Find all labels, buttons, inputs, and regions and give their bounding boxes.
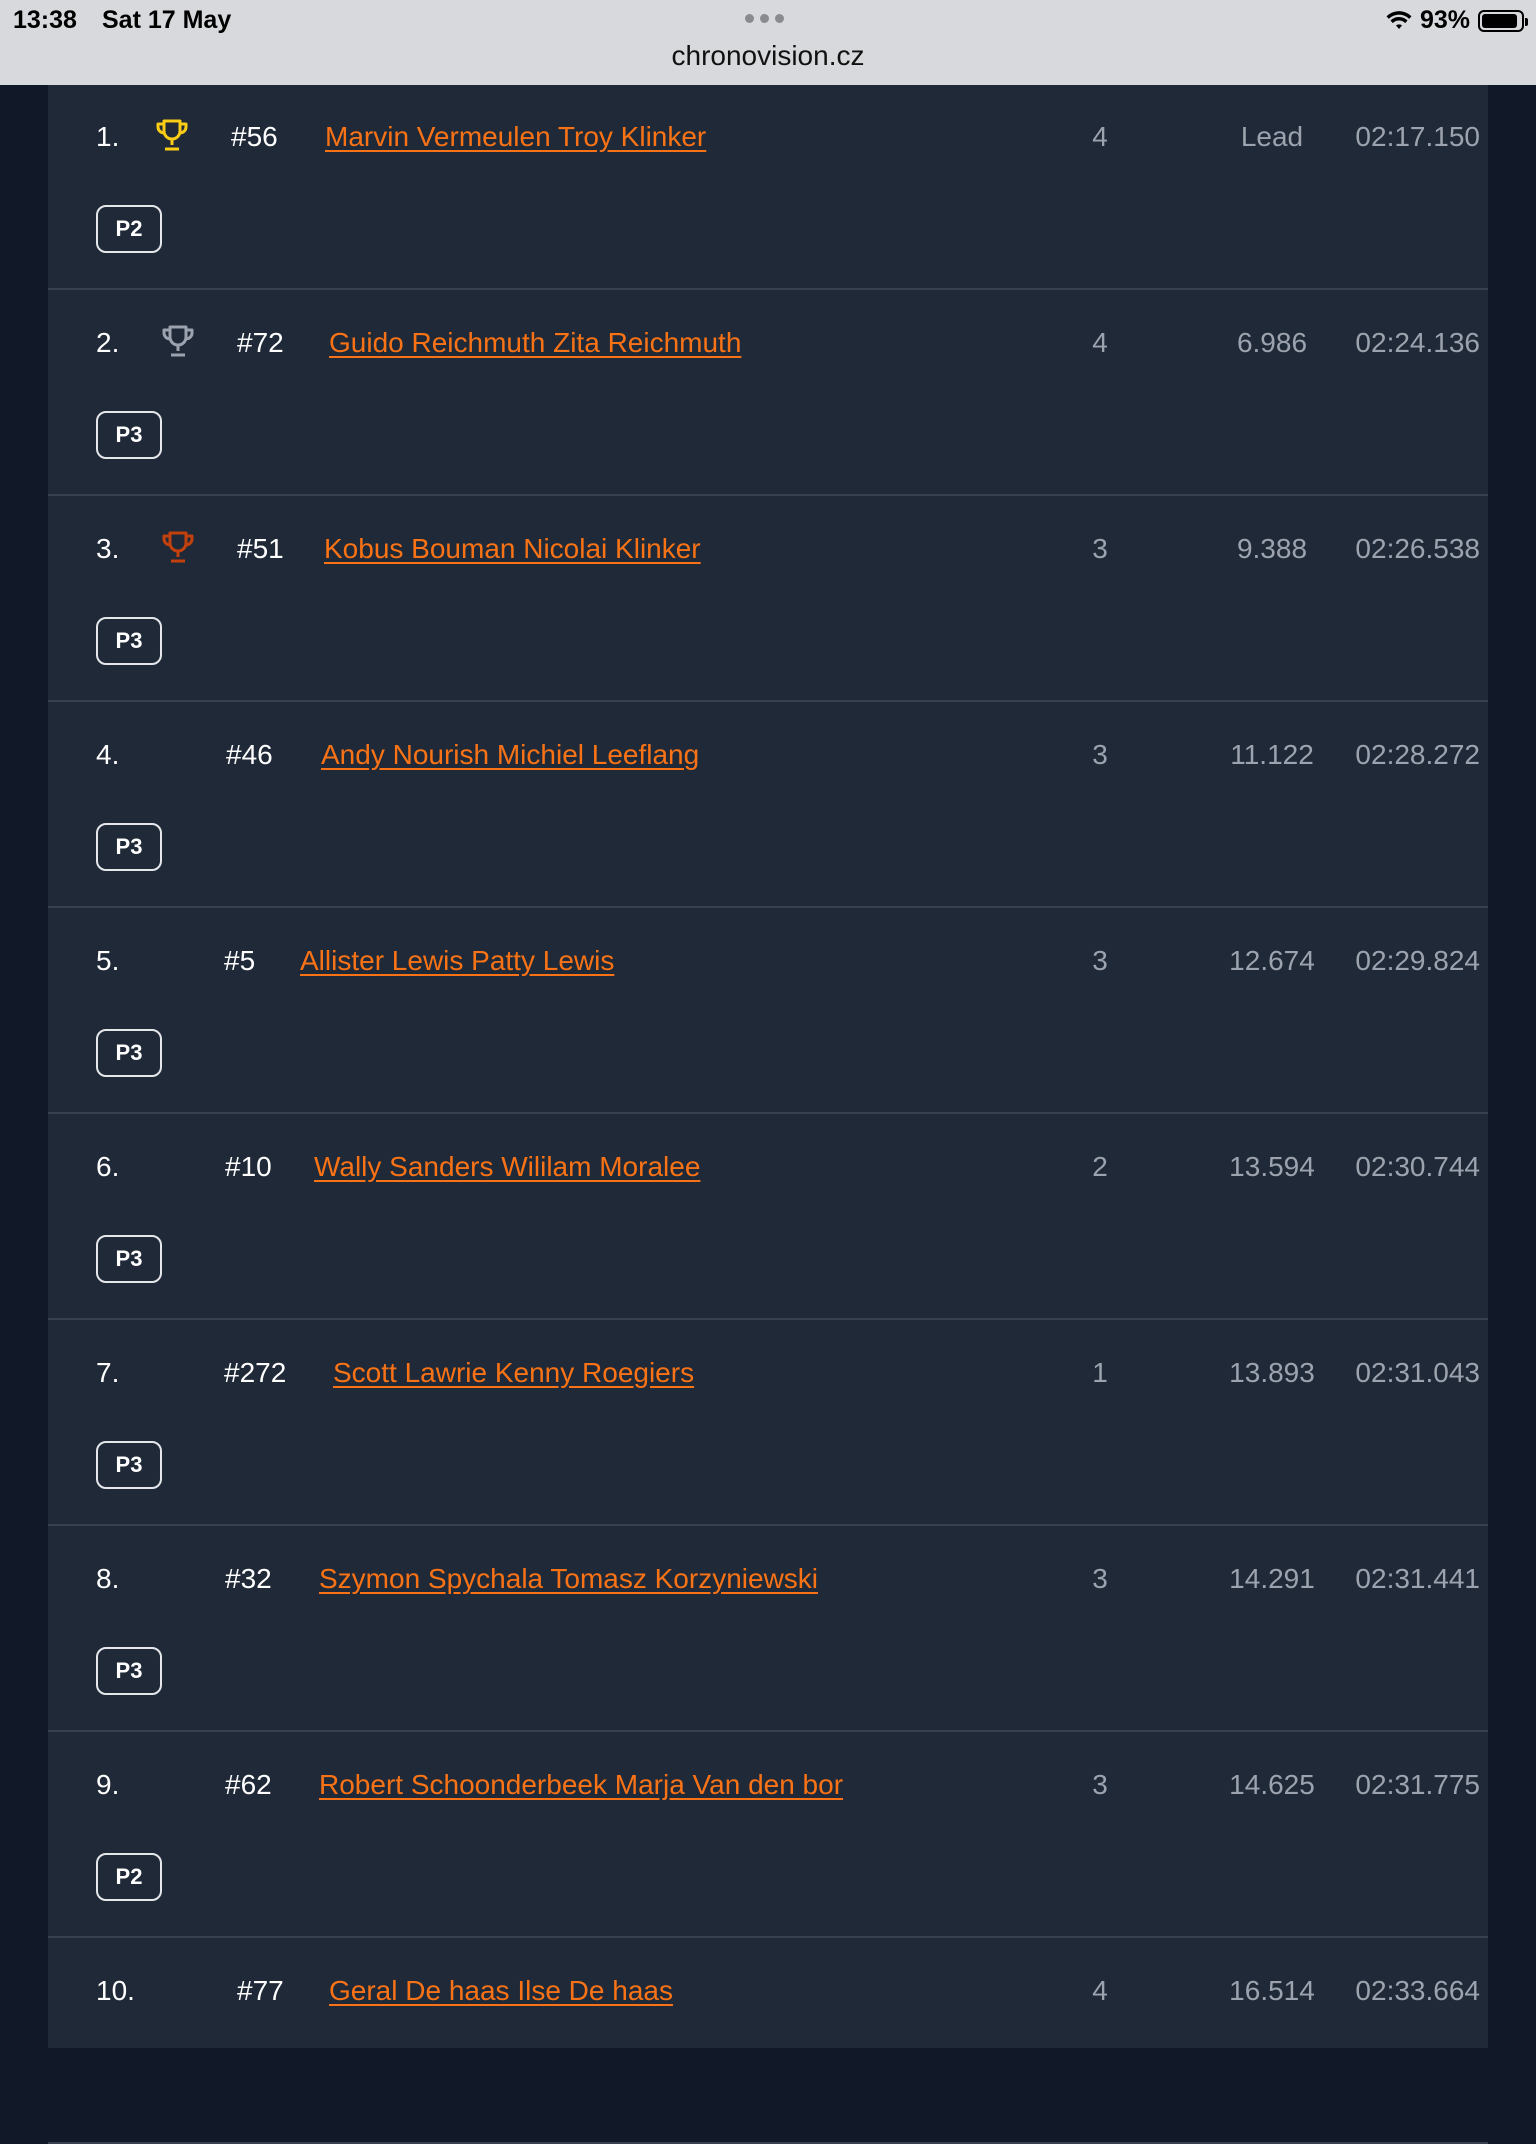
driver-names-link[interactable]: Andy Nourish Michiel Leeflang bbox=[321, 739, 699, 771]
class-badge: P3 bbox=[96, 1029, 162, 1077]
driver-names-link[interactable]: Marvin Vermeulen Troy Klinker bbox=[325, 121, 706, 153]
result-row: 2. #72 Guido Reichmuth Zita Reichmuth 4 6.98… bbox=[48, 291, 1488, 496]
laps: 4 bbox=[1092, 327, 1108, 358]
car-number: #10 bbox=[225, 1151, 272, 1182]
car-number: #46 bbox=[226, 739, 273, 770]
lap-time: 02:31.775 bbox=[1355, 1769, 1480, 1800]
position: 9. bbox=[96, 1769, 120, 1800]
position: 7. bbox=[96, 1357, 120, 1388]
bronze-trophy-icon bbox=[160, 529, 196, 565]
position: 8. bbox=[96, 1563, 120, 1594]
result-row: 5. #5 Allister Lewis Patty Lewis 3 12.674 02:… bbox=[48, 909, 1488, 1114]
status-date: Sat 17 May bbox=[102, 6, 232, 34]
driver-names-link[interactable]: Robert Schoonderbeek Marja Van den bor bbox=[319, 1769, 843, 1801]
result-row: 9. #62 Robert Schoonderbeek Marja Van den … bbox=[48, 1733, 1488, 1938]
laps: 1 bbox=[1092, 1357, 1108, 1388]
class-badge: P3 bbox=[96, 617, 162, 665]
position: 2. bbox=[96, 327, 120, 358]
class-badge: P2 bbox=[96, 1853, 162, 1901]
car-number: #72 bbox=[237, 327, 284, 358]
driver-names-link[interactable]: Geral De haas Ilse De haas bbox=[329, 1975, 673, 2007]
class-badge: P2 bbox=[96, 205, 162, 253]
car-number: #77 bbox=[237, 1975, 284, 2006]
car-number: #56 bbox=[231, 121, 278, 152]
position: 6. bbox=[96, 1151, 120, 1182]
silver-trophy-icon bbox=[160, 323, 196, 359]
laps: 4 bbox=[1092, 1975, 1108, 2006]
result-row: 6. #10 Wally Sanders Wililam Moralee 2 13.59… bbox=[48, 1115, 1488, 1320]
car-number: #51 bbox=[237, 533, 284, 564]
position: 1. bbox=[96, 121, 120, 152]
wifi-icon bbox=[1386, 10, 1412, 31]
lap-time: 02:28.272 bbox=[1355, 739, 1480, 770]
result-row: 8. #32 Szymon Spychala Tomasz Korzyniewski… bbox=[48, 1527, 1488, 1732]
class-badge: P3 bbox=[96, 823, 162, 871]
laps: 3 bbox=[1092, 533, 1108, 564]
laps: 3 bbox=[1092, 739, 1108, 770]
driver-names-link[interactable]: Kobus Bouman Nicolai Klinker bbox=[324, 533, 701, 565]
class-badge: P3 bbox=[96, 1441, 162, 1489]
class-badge: P3 bbox=[96, 1235, 162, 1283]
lap-time: 02:30.744 bbox=[1355, 1151, 1480, 1182]
more-options-icon[interactable] bbox=[745, 14, 784, 23]
driver-names-link[interactable]: Szymon Spychala Tomasz Korzyniewski bbox=[319, 1563, 818, 1595]
status-indicators: 93% bbox=[1386, 6, 1528, 35]
car-number: #272 bbox=[224, 1357, 287, 1388]
position: 5. bbox=[96, 945, 120, 976]
lap-time: 02:29.824 bbox=[1355, 945, 1480, 976]
result-row: 10. #77 Geral De haas Ilse De haas 4 16.514 0… bbox=[48, 1939, 1488, 2144]
class-badge: P3 bbox=[96, 1647, 162, 1695]
position: 10. bbox=[96, 1975, 135, 2006]
result-row: 7. #272 Scott Lawrie Kenny Roegiers 1 13.893… bbox=[48, 1321, 1488, 1526]
result-row: 1. #56 Marvin Vermeulen Troy Klinker 4 Lead 0… bbox=[48, 85, 1488, 290]
status-time: 13:38 bbox=[13, 6, 77, 34]
position: 3. bbox=[96, 533, 120, 564]
lap-time: 02:24.136 bbox=[1355, 327, 1480, 358]
laps: 3 bbox=[1092, 945, 1108, 976]
driver-names-link[interactable]: Allister Lewis Patty Lewis bbox=[300, 945, 614, 977]
laps: 2 bbox=[1092, 1151, 1108, 1182]
driver-names-link[interactable]: Wally Sanders Wililam Moralee bbox=[314, 1151, 700, 1183]
results-page: 1. #56 Marvin Vermeulen Troy Klinker 4 Lead 0… bbox=[0, 85, 1536, 2144]
battery-percentage: 93% bbox=[1419, 6, 1470, 34]
laps: 4 bbox=[1092, 121, 1108, 152]
gold-trophy-icon bbox=[154, 117, 190, 153]
battery-icon bbox=[1478, 9, 1528, 32]
car-number: #32 bbox=[225, 1563, 272, 1594]
result-row: 4. #46 Andy Nourish Michiel Leeflang 3 11.12… bbox=[48, 703, 1488, 908]
lap-time: 02:31.043 bbox=[1355, 1357, 1480, 1388]
class-badge: P3 bbox=[96, 411, 162, 459]
address-bar-url[interactable]: chronovision.cz bbox=[0, 40, 1536, 72]
lap-time: 02:26.538 bbox=[1355, 533, 1480, 564]
driver-names-link[interactable]: Guido Reichmuth Zita Reichmuth bbox=[329, 327, 741, 359]
position: 4. bbox=[96, 739, 120, 770]
lap-time: 02:33.664 bbox=[1355, 1975, 1480, 2006]
laps: 3 bbox=[1092, 1563, 1108, 1594]
car-number: #5 bbox=[224, 945, 256, 976]
lap-time: 02:17.150 bbox=[1355, 121, 1480, 152]
status-bar: 13:38 Sat 17 May chronovision.cz 93% bbox=[0, 0, 1536, 85]
driver-names-link[interactable]: Scott Lawrie Kenny Roegiers bbox=[333, 1357, 694, 1389]
lap-time: 02:31.441 bbox=[1355, 1563, 1480, 1594]
laps: 3 bbox=[1092, 1769, 1108, 1800]
car-number: #62 bbox=[225, 1769, 272, 1800]
result-row: 3. #51 Kobus Bouman Nicolai Klinker 3 9.388 0… bbox=[48, 497, 1488, 702]
